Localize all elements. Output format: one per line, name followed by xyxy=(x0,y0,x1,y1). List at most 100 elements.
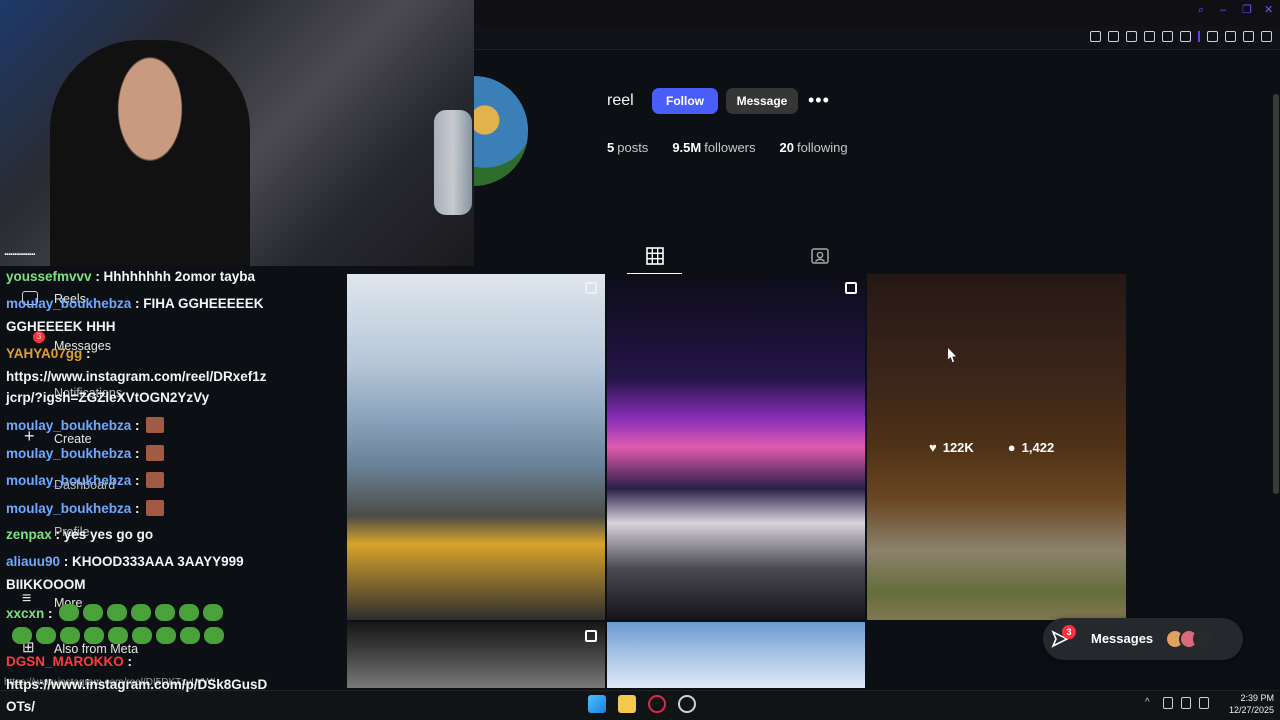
chat-username: moulay_boukhebza xyxy=(6,418,132,433)
taskbar-apps xyxy=(588,695,696,713)
webcam-caption: ............... xyxy=(4,246,36,258)
download-icon[interactable] xyxy=(1243,31,1254,42)
likes-count: ♥ 122K xyxy=(929,440,974,455)
chat-message: YAHYA07gg : xyxy=(6,346,91,361)
chat-message: moulay_boukhebza : xyxy=(6,500,164,516)
frog-emote xyxy=(180,627,200,644)
chevron-up-icon[interactable]: ^ xyxy=(1145,697,1155,709)
post-engagement: ♥ 122K ● 1,422 xyxy=(929,440,1054,455)
carousel-icon xyxy=(585,630,597,642)
page-scrollbar[interactable] xyxy=(1272,50,1280,690)
frog-emote xyxy=(108,627,128,644)
chat-message: DGSN_MAROKKO : xyxy=(6,654,132,669)
screen: ⌕ – ❐ ✕ reel Follow Message ••• 5 posts 9… xyxy=(0,0,1280,720)
followers-count[interactable]: 9.5M followers xyxy=(672,140,755,155)
scrollbar-thumb[interactable] xyxy=(1273,94,1279,494)
chat-text: GGHEEEEK HHH xyxy=(6,319,116,334)
chat-message: https://www.instagram.com/reel/DRxef1z xyxy=(6,369,267,384)
microphone-icon[interactable] xyxy=(1163,697,1173,709)
chat-username: moulay_boukhebza xyxy=(6,501,132,516)
more-options-icon[interactable]: ••• xyxy=(808,91,830,109)
chat-username: moulay_boukhebza xyxy=(6,296,132,311)
chat-username: moulay_boukhebza xyxy=(6,473,132,488)
display-icon[interactable] xyxy=(1181,697,1191,709)
chat-text: : Hhhhhhhh 2omor tayba xyxy=(91,269,256,284)
chat-message: youssefmvvv : Hhhhhhhh 2omor tayba xyxy=(6,269,255,284)
profile-icon[interactable] xyxy=(1225,31,1236,42)
frog-emote xyxy=(204,627,224,644)
recent-avatars xyxy=(1165,629,1213,649)
restore-icon[interactable]: ❐ xyxy=(1242,5,1252,16)
post-thumbnail[interactable] xyxy=(607,274,865,620)
chat-text: : xyxy=(82,346,91,361)
post-thumbnail[interactable] xyxy=(347,274,605,620)
chat-message: moulay_boukhebza : xyxy=(6,445,164,461)
tagged-icon xyxy=(811,248,829,264)
close-icon[interactable]: ✕ xyxy=(1264,5,1274,16)
frog-emote xyxy=(36,627,56,644)
post-thumbnail-hovered[interactable]: ♥ 122K ● 1,422 xyxy=(867,274,1126,620)
chat-emote xyxy=(145,417,164,433)
taskbar-clock[interactable]: 2:39 PM 12/27/2025 xyxy=(1222,692,1274,716)
chat-message: BIIKKOOOM xyxy=(6,577,86,592)
minimize-icon[interactable]: – xyxy=(1220,5,1230,16)
heart-icon[interactable] xyxy=(1180,31,1191,42)
opera-gx-icon[interactable] xyxy=(648,695,666,713)
webcam-overlay: ............... xyxy=(0,0,474,266)
browser-titlebar: ⌕ – ❐ ✕ xyxy=(474,0,1280,26)
chat-text: : KHOOD333AAA 3AAYY999 xyxy=(60,554,244,569)
chat-message xyxy=(6,627,228,644)
post-thumbnail[interactable] xyxy=(607,622,865,688)
messages-dock[interactable]: 3 Messages xyxy=(1043,618,1243,660)
chat-emote xyxy=(145,445,164,461)
tab-tagged[interactable] xyxy=(792,242,847,274)
chat-username: youssefmvvv xyxy=(6,269,92,284)
message-button[interactable]: Message xyxy=(726,88,798,114)
chat-username: moulay_boukhebza xyxy=(6,446,132,461)
following-count[interactable]: 20 following xyxy=(780,140,848,155)
chat-message: GGHEEEEK HHH xyxy=(6,319,116,334)
chat-text: : yes yes go go xyxy=(51,527,154,542)
sidebar-item-create[interactable]: Create xyxy=(54,432,92,446)
menu-icon[interactable] xyxy=(1261,31,1272,42)
messages-label: Messages xyxy=(1091,631,1154,646)
zoom-icon[interactable] xyxy=(1090,31,1101,42)
chat-text: BIIKKOOOM xyxy=(6,577,86,592)
obs-icon[interactable] xyxy=(678,695,696,713)
chat-message: moulay_boukhebza : xyxy=(6,417,164,433)
chat-text: : xyxy=(131,501,140,516)
frog-emote xyxy=(178,604,199,621)
system-tray: ^ xyxy=(1145,697,1209,709)
windows-start-icon[interactable] xyxy=(588,695,606,713)
post-thumbnail[interactable] xyxy=(347,622,605,688)
pin-icon[interactable] xyxy=(1108,31,1119,42)
heart-icon: ♥ xyxy=(929,440,937,455)
screenshot-icon[interactable] xyxy=(1126,31,1137,42)
chat-message: https://www.instagram.com/p/DSk8GusD xyxy=(6,677,267,692)
chat-emote xyxy=(145,500,164,516)
carousel-icon xyxy=(845,282,857,294)
shield-icon[interactable] xyxy=(1144,31,1155,42)
streamer xyxy=(50,40,250,266)
comments-count: ● 1,422 xyxy=(1007,440,1055,455)
play-icon[interactable] xyxy=(1162,31,1173,42)
frog-emote xyxy=(130,604,151,621)
tab-posts[interactable] xyxy=(627,242,682,274)
frog-emote xyxy=(60,627,80,644)
frog-emote xyxy=(156,627,176,644)
profile-avatar[interactable] xyxy=(474,76,528,186)
posts-count[interactable]: 5 posts xyxy=(607,140,648,155)
chat-message: zenpax : yes yes go go xyxy=(6,527,153,542)
clock-time: 2:39 PM xyxy=(1240,693,1274,703)
chat-message: moulay_boukhebza : FIHA GGHEEEEEK xyxy=(6,296,264,311)
search-icon[interactable]: ⌕ xyxy=(1198,5,1208,16)
file-explorer-icon[interactable] xyxy=(618,695,636,713)
clock-date: 12/27/2025 xyxy=(1228,705,1274,715)
frog-emote xyxy=(82,604,103,621)
follow-button[interactable]: Follow xyxy=(652,88,718,114)
extensions-icon[interactable] xyxy=(1207,31,1218,42)
chat-text: jcrp/?igsh=ZGZleXVtOGN2YzVy xyxy=(6,390,210,405)
chat-username: YAHYA07gg xyxy=(6,346,83,361)
profile-stats: 5 posts 9.5M followers 20 following xyxy=(607,140,848,155)
volume-icon[interactable] xyxy=(1199,697,1209,709)
